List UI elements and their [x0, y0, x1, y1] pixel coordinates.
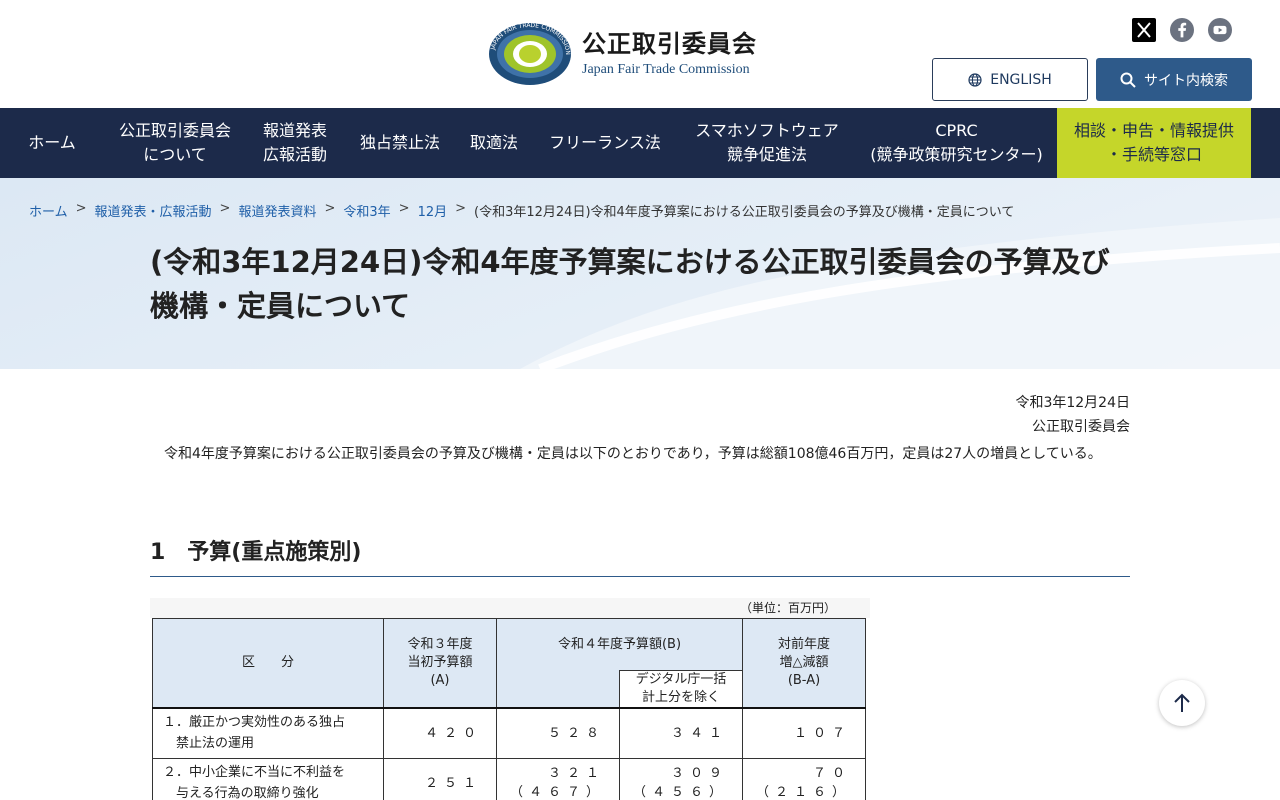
- table-unit: （単位：百万円）: [150, 598, 870, 618]
- col-header-r4: 令和４年度予算額(B): [496, 618, 743, 671]
- nav-item-antimonopoly[interactable]: 独占禁止法: [344, 108, 456, 178]
- nav-item-subcontract[interactable]: 取適法: [456, 108, 532, 178]
- nav-item-cprc[interactable]: CPRC (競争政策研究センター): [856, 108, 1057, 178]
- search-label: サイト内検索: [1144, 72, 1228, 89]
- breadcrumb-separator: >: [398, 201, 410, 216]
- breadcrumb-month[interactable]: 12月: [418, 201, 448, 220]
- nav-item-home[interactable]: ホーム: [0, 108, 104, 178]
- cell-r4-excl: ３４１: [619, 707, 743, 759]
- cell-r4-excl: ３０９ （４５６）: [619, 757, 743, 800]
- site-search-button[interactable]: サイト内検索: [1096, 58, 1252, 101]
- breadcrumb-press[interactable]: 報道発表・広報活動: [95, 201, 212, 220]
- search-icon: [1120, 72, 1136, 88]
- breadcrumb-separator: >: [219, 201, 231, 216]
- col-header-category: 区 分: [152, 618, 384, 709]
- site-header: JAPAN FAIR TRADE COMMISSION 公正取引委員会 Japa…: [0, 0, 1280, 108]
- youtube-icon[interactable]: [1208, 18, 1232, 42]
- breadcrumb: ホーム > 報道発表・広報活動 > 報道発表資料 > 令和3年 > 12月 > …: [29, 201, 1014, 220]
- release-org: 公正取引委員会: [1032, 419, 1130, 435]
- table-row: ２．中小企業に不当に不利益を 与える行為の取締り強化 ２５１ ３２１ （４６７）…: [152, 757, 866, 800]
- logo-title-en: Japan Fair Trade Commission: [582, 62, 750, 77]
- nav-item-smartphone[interactable]: スマホソフトウェア 競争促進法: [678, 108, 856, 178]
- cell-diff: ７０ （２１６）: [742, 757, 866, 800]
- col-header-r3: 令和３年度 当初予算額 (A): [383, 618, 497, 709]
- intro-paragraph: 令和4年度予算案における公正取引委員会の予算及び機構・定員は以下のとおりであり，…: [164, 446, 1102, 462]
- col-header-r4-excl-digital: デジタル庁一括 計上分を除く: [619, 670, 743, 709]
- page-hero: ホーム > 報道発表・広報活動 > 報道発表資料 > 令和3年 > 12月 > …: [0, 178, 1280, 369]
- cell-r4: ３２１ （４６７）: [496, 757, 620, 800]
- row-label: １．厳正かつ実効性のある独占 禁止法の運用: [152, 707, 384, 759]
- release-date: 令和3年12月24日: [1015, 395, 1130, 411]
- cell-r3: ２５１: [383, 757, 497, 800]
- main-content: 令和3年12月24日 公正取引委員会 令和4年度予算案における公正取引委員会の予…: [0, 369, 1280, 800]
- date-block: 令和3年12月24日 公正取引委員会: [1015, 391, 1130, 439]
- social-links: [1132, 18, 1232, 42]
- arrow-up-icon: [1174, 693, 1190, 712]
- back-to-top-button[interactable]: [1159, 680, 1205, 726]
- globe-icon: [968, 72, 982, 87]
- x-icon[interactable]: [1132, 18, 1156, 42]
- cell-r3: ４２０: [383, 707, 497, 759]
- jftc-emblem-icon: JAPAN FAIR TRADE COMMISSION: [489, 22, 571, 85]
- nav-item-press[interactable]: 報道発表 広報活動: [246, 108, 344, 178]
- row-label: ２．中小企業に不当に不利益を 与える行為の取締り強化: [152, 757, 384, 800]
- col-header-diff: 対前年度 増△減額 (B-A): [742, 618, 866, 709]
- breadcrumb-press-releases[interactable]: 報道発表資料: [238, 201, 316, 220]
- english-button[interactable]: ENGLISH: [932, 58, 1088, 101]
- breadcrumb-separator: >: [324, 201, 336, 216]
- site-logo[interactable]: JAPAN FAIR TRADE COMMISSION 公正取引委員会 Japa…: [488, 22, 757, 86]
- nav-item-freelance[interactable]: フリーランス法: [532, 108, 678, 178]
- breadcrumb-year[interactable]: 令和3年: [343, 201, 390, 220]
- page-title: (令和3年12月24日)令和4年度予算案における公正取引委員会の予算及び機構・定…: [150, 245, 1110, 323]
- facebook-icon[interactable]: [1170, 18, 1194, 42]
- col-header-r4-total-spacer: [496, 670, 620, 709]
- breadcrumb-current: (令和3年12月24日)令和4年度予算案における公正取引委員会の予算及び機構・定…: [474, 205, 1015, 220]
- section-heading-budget: 1 予算(重点施策別): [150, 534, 1130, 577]
- breadcrumb-home[interactable]: ホーム: [29, 201, 68, 220]
- logo-title-jp: 公正取引委員会: [582, 30, 757, 58]
- budget-table: 区 分 令和３年度 当初予算額 (A) 令和４年度予算額(B) 対前年度 増△減…: [152, 618, 866, 800]
- english-label: ENGLISH: [990, 71, 1052, 88]
- breadcrumb-separator: >: [455, 201, 467, 216]
- global-nav: ホーム 公正取引委員会 について 報道発表 広報活動 独占禁止法 取適法 フリー…: [0, 108, 1280, 178]
- cell-diff: １０７: [742, 707, 866, 759]
- table-row: １．厳正かつ実効性のある独占 禁止法の運用 ４２０ ５２８ ３４１ １０７: [152, 707, 866, 759]
- nav-item-consultation[interactable]: 相談・申告・情報提供 ・手続等窓口: [1057, 108, 1251, 178]
- cell-r4: ５２８: [496, 707, 620, 759]
- nav-item-about[interactable]: 公正取引委員会 について: [104, 108, 246, 178]
- breadcrumb-separator: >: [75, 201, 87, 216]
